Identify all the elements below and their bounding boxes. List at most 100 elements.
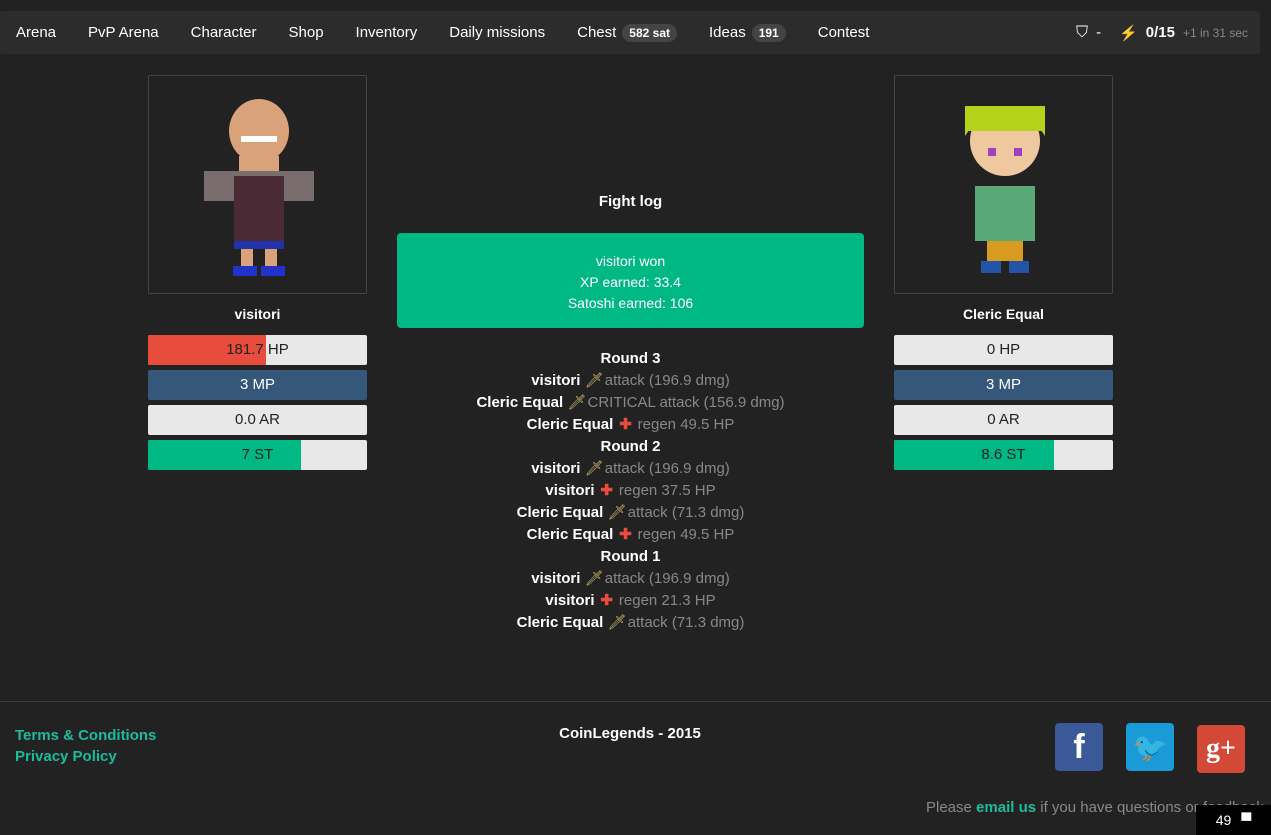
status-area: ⛉ - ⚡ 0/15 +1 in 31 sec [1076,24,1260,42]
log-action: regen 37.5 HP [618,482,716,499]
nav-badge: 582 sat [622,23,677,42]
sword-icon: 🗡 [607,614,627,631]
player-st-bar: 7 ST [148,440,367,470]
log-actor: visitori [545,482,595,499]
log-entry: visitori 🗡 attack (196.9 dmg) [397,458,864,480]
nav-item-label: Ideas [709,24,746,41]
opponent-hp: 0 HP [986,341,1021,358]
nav-item-pvp-arena[interactable]: PvP Arena [72,24,175,41]
result-winner: visitori won [595,253,666,269]
log-entry: Cleric Equal ✚ regen 49.5 HP [397,414,864,436]
contact-pre: Please [926,799,977,816]
shield-value: - [1096,24,1102,41]
log-actor: visitori [531,372,581,389]
player-ar-bar: 0.0 AR [148,405,367,435]
player-hp: 181.7 HP [226,341,289,358]
log-action: regen 21.3 HP [618,592,716,609]
regen-cross-icon: ✚ [600,482,613,499]
nav-item-shop[interactable]: Shop [273,24,340,41]
chat-count: 49 [1215,812,1232,828]
nav-item-ideas[interactable]: Ideas 191 [693,23,802,42]
energy-value: 0/15 [1145,24,1175,41]
log-action: CRITICAL attack (156.9 dmg) [587,394,785,411]
log-actor: Cleric Equal [516,504,604,521]
log-action: regen 49.5 HP [637,416,735,433]
log-actor: visitori [531,570,581,587]
log-entry: visitori ✚ regen 21.3 HP [397,590,864,612]
log-actor: visitori [531,460,581,477]
nav-item-label: Chest [577,24,617,41]
log-actor: Cleric Equal [516,614,604,631]
fight-log-title: Fight log [598,193,663,210]
log-actor: Cleric Equal [476,394,564,411]
fight-log: Round 3 visitori 🗡 attack (196.9 dmg) Cler… [397,348,864,634]
nav-item-label: PvP Arena [88,24,159,41]
opponent-mp: 3 MP [985,376,1021,393]
privacy-link[interactable]: Privacy Policy [15,748,117,765]
result-satoshi: Satoshi earned: 106 [567,295,694,311]
player-name: visitori [234,306,281,322]
log-entry: Cleric Equal 🗡 attack (71.3 dmg) [397,502,864,524]
log-action: attack (71.3 dmg) [627,614,745,631]
player-portrait [148,75,367,294]
sword-icon: 🗡 [584,570,604,587]
log-entry: visitori 🗡 attack (196.9 dmg) [397,370,864,392]
chat-button[interactable]: 49 ▀ [1196,805,1271,835]
email-link[interactable]: email us [976,799,1036,816]
fight-result: visitori won XP earned: 33.4 Satoshi ear… [397,233,864,328]
log-action: regen 49.5 HP [637,526,735,543]
regen-cross-icon: ✚ [619,416,632,433]
log-action: attack (196.9 dmg) [604,460,730,477]
facebook-icon[interactable]: f [1055,723,1103,771]
player-avatar [204,99,314,276]
result-xp: XP earned: 33.4 [580,274,681,290]
log-action: attack (196.9 dmg) [604,570,730,587]
nav-item-label: Daily missions [449,24,546,41]
nav-item-label: Arena [16,24,57,41]
log-entry: visitori 🗡 attack (196.9 dmg) [397,568,864,590]
log-action: attack (196.9 dmg) [604,372,730,389]
opponent-mp-bar: 3 MP [894,370,1113,400]
nav-item-label: Shop [288,24,324,41]
player-st: 7 ST [241,446,274,463]
opponent-portrait [894,75,1113,294]
opponent-name: Cleric Equal [963,306,1044,322]
energy-icon: ⚡ [1119,24,1138,42]
player-ar: 0.0 AR [234,411,281,428]
sword-icon: 🗡 [584,460,604,477]
nav-badge: 191 [751,23,786,42]
sword-icon: 🗡 [584,372,604,389]
nav-item-contest[interactable]: Contest [802,24,886,41]
nav-item-daily-missions[interactable]: Daily missions [433,24,561,41]
google-plus-icon[interactable]: g+ [1197,725,1245,773]
log-entry: Cleric Equal 🗡 CRITICAL attack (156.9 dm… [397,392,864,414]
log-actor: visitori [545,592,595,609]
nav-item-label: Character [190,24,257,41]
regen-cross-icon: ✚ [619,526,632,543]
twitter-icon[interactable]: 🐦 [1126,723,1174,771]
opponent-st-bar: 8.6 ST [894,440,1113,470]
round-header: Round 1 [600,548,661,565]
player-mp-bar: 3 MP [148,370,367,400]
opponent-ar: 0 AR [987,411,1020,428]
log-entry: visitori ✚ regen 37.5 HP [397,480,864,502]
sword-icon: 🗡 [607,504,627,521]
nav-item-arena[interactable]: Arena [0,24,72,41]
nav-item-inventory[interactable]: Inventory [340,24,434,41]
nav-item-chest[interactable]: Chest 582 sat [561,23,693,42]
nav-item-character[interactable]: Character [175,24,273,41]
opponent-ar-bar: 0 AR [894,405,1113,435]
player-mp: 3 MP [239,376,275,393]
opponent-hp-bar: 0 HP [894,335,1113,365]
nav-item-label: Inventory [355,24,418,41]
opponent-avatar [965,106,1045,273]
log-entry: Cleric Equal 🗡 attack (71.3 dmg) [397,612,864,634]
nav-item-label: Contest [817,24,870,41]
sword-icon: 🗡 [567,394,587,411]
log-entry: Cleric Equal ✚ regen 49.5 HP [397,524,864,546]
round-header: Round 2 [600,438,661,455]
regen-cross-icon: ✚ [600,592,613,609]
chat-bubble-icon: ▀ [1241,812,1252,828]
opponent-st: 8.6 ST [981,446,1026,463]
log-actor: Cleric Equal [526,416,614,433]
